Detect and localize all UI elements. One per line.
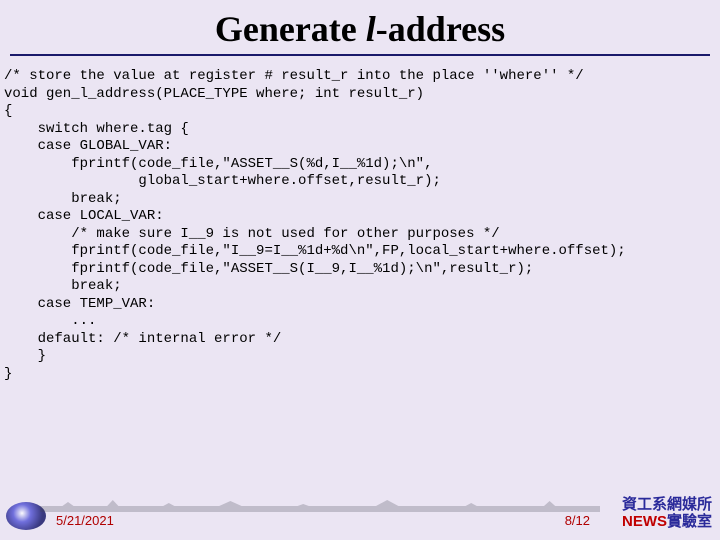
- slide-title: Generate l-address: [10, 0, 710, 56]
- lab-line2: NEWS實驗室: [622, 513, 712, 530]
- page-number: 8/12: [565, 513, 590, 528]
- lab-credit: 資工系網媒所 NEWS實驗室: [622, 496, 712, 531]
- slide-date: 5/21/2021: [56, 513, 114, 528]
- title-suffix: -address: [376, 9, 505, 49]
- skyline-decoration-icon: [40, 498, 600, 512]
- code-listing: /* store the value at register # result_…: [0, 56, 720, 383]
- slide-footer: 5/21/2021 8/12 資工系網媒所 NEWS實驗室: [0, 486, 720, 534]
- title-prefix: Generate: [215, 9, 366, 49]
- lab-line1: 資工系網媒所: [622, 496, 712, 513]
- title-italic: l: [366, 9, 376, 49]
